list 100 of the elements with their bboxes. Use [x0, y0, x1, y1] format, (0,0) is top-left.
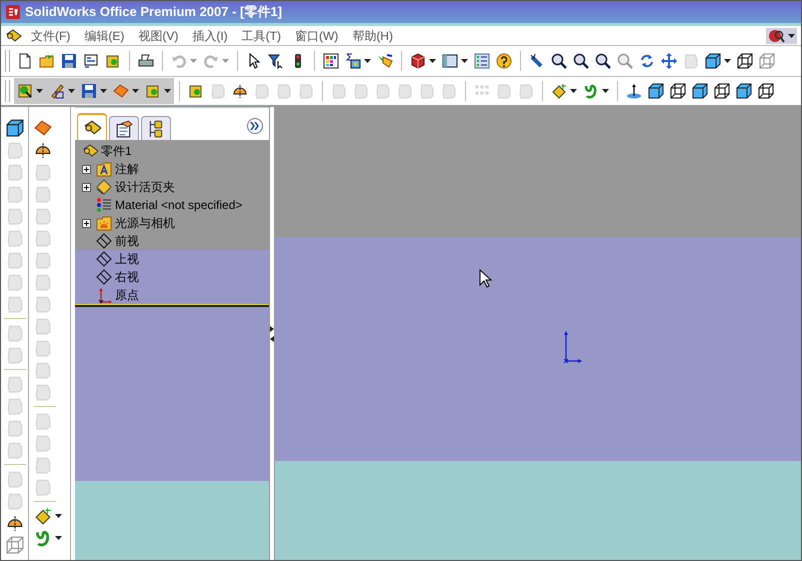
caret-icon — [190, 59, 197, 63]
shaded-cube-icon — [6, 119, 24, 137]
diamond-spark-icon — [34, 507, 52, 525]
wireframe-cube-icon — [6, 536, 24, 554]
command-button[interactable] — [34, 528, 62, 548]
rotate-icon — [639, 53, 655, 69]
command-button[interactable] — [34, 506, 62, 526]
document-icon — [17, 53, 33, 69]
expand-toggle-icon[interactable] — [82, 218, 90, 228]
arc-icon — [34, 141, 52, 159]
shape-icon — [6, 295, 24, 313]
expand-panel-button[interactable] — [247, 118, 263, 134]
feature-tree-icon — [83, 118, 101, 136]
magnifier-icon — [617, 53, 633, 69]
shaded-cube-icon — [692, 83, 708, 99]
mouse-cursor-icon — [479, 269, 492, 288]
origin-icon — [96, 287, 112, 303]
shape-icon — [441, 83, 457, 99]
shape-icon — [34, 251, 52, 269]
annotation-folder-icon — [96, 161, 112, 177]
part-document-icon[interactable] — [5, 28, 23, 44]
expand-toggle-icon[interactable] — [82, 164, 90, 174]
menu-item[interactable]: 插入(I) — [192, 26, 228, 44]
panel-tab[interactable] — [141, 116, 171, 140]
panel-tab[interactable] — [77, 113, 107, 140]
shape-icon — [6, 375, 24, 393]
shape-icon — [34, 434, 52, 452]
wireframe-cube-icon — [670, 83, 686, 99]
panel-tab[interactable] — [109, 116, 139, 140]
tree-item-label[interactable]: 前视 — [115, 232, 139, 250]
shape-icon — [6, 141, 24, 159]
property-sheet-icon — [115, 120, 133, 138]
curve-icon — [34, 529, 52, 547]
help-icon — [496, 53, 512, 69]
tree-item-label[interactable]: 右视 — [115, 268, 139, 286]
shape-icon — [34, 317, 52, 335]
tree-item-label[interactable]: 原点 — [115, 286, 139, 304]
shaded-cube-icon — [648, 83, 664, 99]
shape-icon — [6, 207, 24, 225]
paint-brush-icon — [377, 53, 393, 69]
tree-item-label[interactable]: 上视 — [115, 250, 139, 268]
color-grid-icon — [323, 53, 339, 69]
caret-icon — [570, 89, 577, 93]
shaded-cube-icon — [736, 83, 752, 99]
pencil-icon — [49, 83, 65, 99]
shape-icon — [683, 53, 699, 69]
menu-item[interactable]: 文件(F) — [31, 26, 70, 44]
caret-icon — [602, 89, 609, 93]
shape-icon — [34, 273, 52, 291]
arc-icon — [232, 83, 248, 99]
shape-icon — [34, 207, 52, 225]
menu-item[interactable]: 视图(V) — [138, 26, 178, 44]
shape-icon — [34, 478, 52, 496]
block-icon — [105, 53, 121, 69]
shape-icon — [276, 83, 292, 99]
caret-icon — [55, 514, 62, 518]
caret-icon — [100, 89, 107, 93]
shaded-cube-icon — [705, 53, 721, 69]
tree-item-label[interactable]: 零件1 — [101, 142, 132, 160]
tree-item-label[interactable]: 光源与相机 — [115, 214, 175, 232]
caret-icon — [461, 59, 468, 63]
shape-icon — [34, 456, 52, 474]
menu-item[interactable]: 编辑(E) — [84, 26, 124, 44]
shape-icon — [6, 346, 24, 364]
menu-item[interactable]: 工具(T) — [242, 26, 281, 44]
window-icon — [442, 53, 458, 69]
shape-icon — [6, 470, 24, 488]
magnifier-icon — [573, 53, 589, 69]
feature-icon — [17, 83, 33, 99]
undo-icon — [171, 53, 187, 69]
sigma-icon — [345, 53, 361, 69]
search-dropdown[interactable] — [766, 28, 797, 44]
tree-item-label[interactable]: 设计活页夹 — [115, 178, 175, 196]
plane-icon — [96, 251, 112, 267]
tree-item-label[interactable]: Material <not specified> — [115, 196, 242, 214]
wireframe-cube-icon — [737, 53, 753, 69]
caret-icon — [55, 536, 62, 540]
redo-icon — [203, 53, 219, 69]
shape-icon — [6, 324, 24, 342]
caret-icon — [364, 59, 371, 63]
part-icon — [82, 143, 98, 159]
solid-cube-icon — [410, 53, 426, 69]
tree-item-label[interactable]: 注解 — [115, 160, 139, 178]
shape-icon — [34, 339, 52, 357]
shape-icon — [298, 83, 314, 99]
caret-icon — [429, 59, 436, 63]
menu-item[interactable]: 窗口(W) — [294, 26, 338, 44]
panel-splitter[interactable] — [269, 107, 275, 560]
shape-icon — [6, 251, 24, 269]
expand-toggle-icon[interactable] — [82, 182, 90, 192]
shape-icon — [496, 83, 512, 99]
caret-icon — [222, 59, 229, 63]
shape-icon — [6, 441, 24, 459]
shape-icon — [6, 273, 24, 291]
menu-item[interactable]: 帮助(H) — [352, 26, 393, 44]
command-button[interactable] — [6, 118, 24, 138]
wireframe-cube-icon — [714, 83, 730, 99]
app-logo-icon — [5, 4, 21, 20]
caret-icon — [788, 34, 795, 38]
material-icon — [96, 197, 112, 213]
